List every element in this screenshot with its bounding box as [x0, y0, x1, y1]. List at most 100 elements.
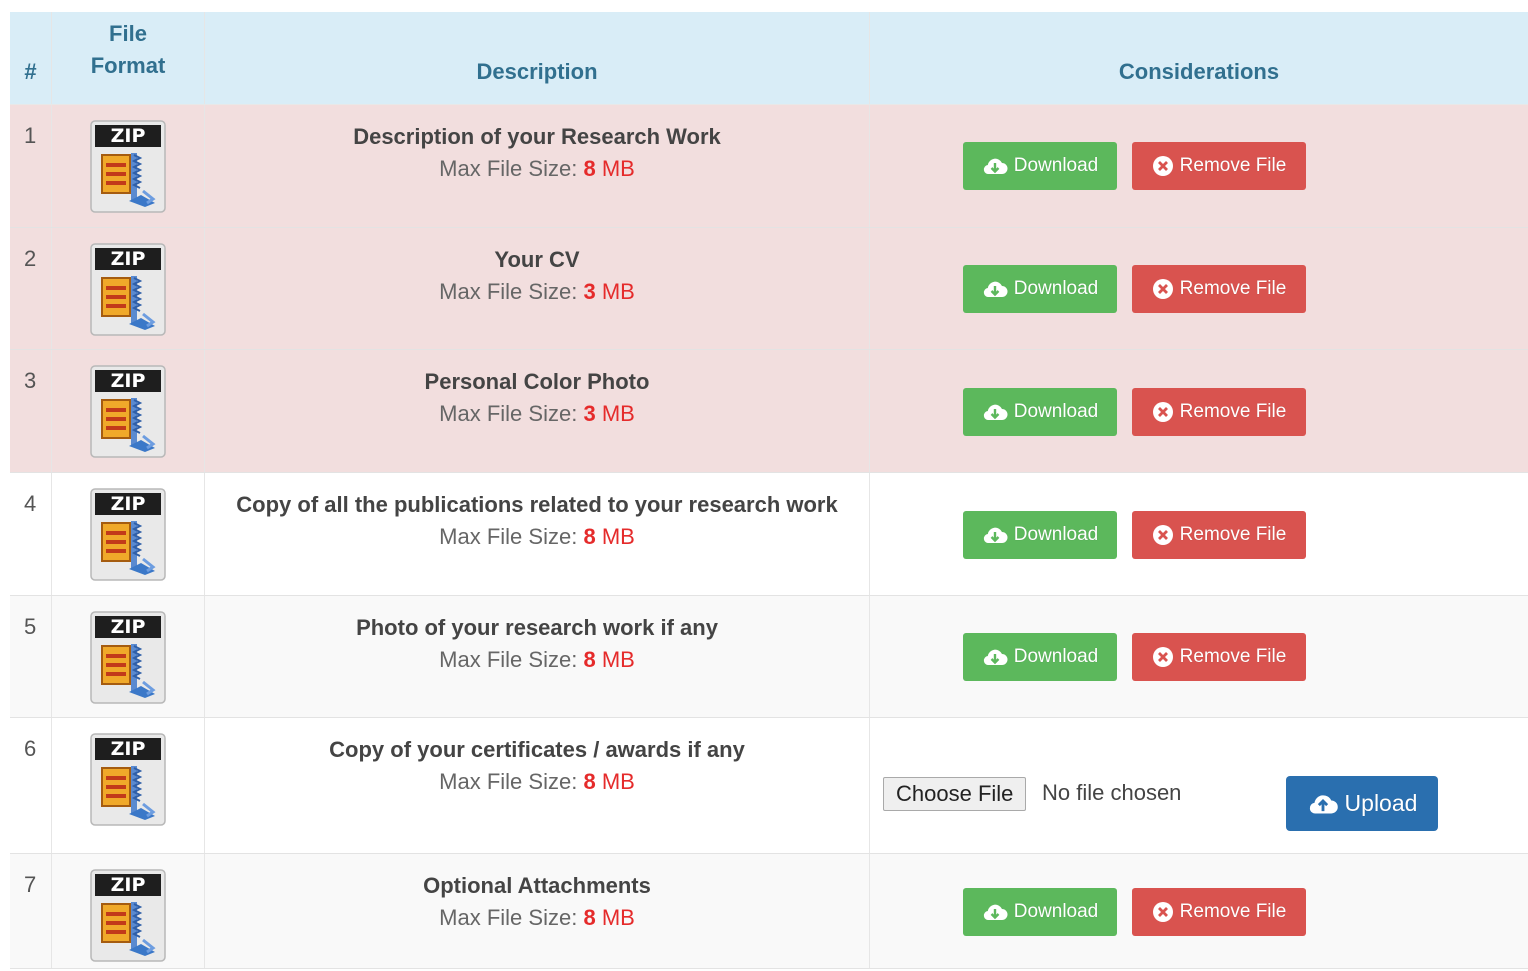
table-row: 5 ZIP Photo of your research work if any…	[10, 596, 1528, 718]
file-format-cell: ZIP	[52, 350, 205, 472]
row-number: 5	[24, 614, 37, 639]
row-number: 3	[24, 368, 37, 393]
remove-file-button[interactable]: Remove File	[1132, 511, 1306, 559]
choose-file-button[interactable]: Choose File	[883, 777, 1027, 811]
zip-file-icon: ZIP	[89, 364, 167, 459]
max-file-size: Max File Size: 8 MB	[205, 902, 869, 934]
row-number: 6	[24, 736, 37, 761]
description-cell: Photo of your research work if any Max Fi…	[205, 596, 870, 717]
table-body: 1 ZIP Description of your Research Work M…	[10, 105, 1528, 969]
document-title: Your CV	[494, 247, 580, 272]
download-button[interactable]: Download	[963, 265, 1117, 313]
cloud-upload-icon	[1307, 791, 1339, 817]
table-row: 4 ZIP Copy of all the publications relat…	[10, 473, 1528, 596]
max-file-size: Max File Size: 8 MB	[205, 153, 869, 185]
attachments-table: # File Format Description Considerations…	[10, 12, 1528, 969]
cloud-download-icon	[982, 524, 1008, 546]
max-size-label: Max File Size:	[439, 769, 584, 794]
max-file-size: Max File Size: 8 MB	[205, 521, 869, 553]
max-file-size: Max File Size: 8 MB	[205, 766, 869, 798]
download-label: Download	[1013, 155, 1099, 176]
cloud-download-icon	[982, 401, 1008, 423]
zip-label: ZIP	[111, 616, 146, 638]
max-size-value: 8	[583, 156, 596, 181]
remove-label: Remove File	[1179, 901, 1287, 922]
description-cell: Personal Color Photo Max File Size: 3 MB	[205, 350, 870, 472]
circle-x-icon	[1152, 646, 1174, 668]
row-number: 2	[24, 246, 37, 271]
table-row: 1 ZIP Description of your Research Work M…	[10, 105, 1528, 228]
file-format-cell: ZIP	[52, 473, 205, 595]
document-title: Copy of all the publications related to …	[236, 492, 838, 517]
file-format-cell: ZIP	[52, 596, 205, 717]
max-file-size: Max File Size: 3 MB	[205, 398, 869, 430]
remove-file-button[interactable]: Remove File	[1132, 265, 1306, 313]
remove-label: Remove File	[1179, 278, 1287, 299]
row-number-cell: 2	[10, 228, 52, 349]
table-row: 6 ZIP Copy of your certificates / awards…	[10, 718, 1528, 854]
max-size-unit: MB	[601, 769, 635, 794]
row-number-cell: 3	[10, 350, 52, 472]
max-file-size: Max File Size: 3 MB	[205, 276, 869, 308]
table-row: 3 ZIP Personal Color Photo Max File Size:…	[10, 350, 1528, 473]
row-number-cell: 5	[10, 596, 52, 717]
remove-file-button[interactable]: Remove File	[1132, 388, 1306, 436]
cloud-download-icon	[982, 646, 1008, 668]
zip-label: ZIP	[111, 248, 146, 270]
considerations-cell: Download Remove File	[870, 350, 1528, 472]
zip-label: ZIP	[111, 738, 146, 760]
document-title: Description of your Research Work	[353, 124, 721, 149]
row-number: 4	[24, 491, 37, 516]
max-size-value: 8	[583, 647, 596, 672]
row-number-cell: 4	[10, 473, 52, 595]
remove-label: Remove File	[1179, 646, 1287, 667]
row-number-cell: 7	[10, 854, 52, 968]
document-title: Personal Color Photo	[424, 369, 650, 394]
no-file-chosen-text: No file chosen	[1042, 780, 1182, 805]
zip-label: ZIP	[111, 493, 146, 515]
table-header: # File Format Description Considerations	[10, 12, 1528, 105]
download-button[interactable]: Download	[963, 142, 1117, 190]
max-size-label: Max File Size:	[439, 279, 584, 304]
file-format-cell: ZIP	[52, 105, 205, 227]
download-label: Download	[1013, 524, 1099, 545]
circle-x-icon	[1152, 401, 1174, 423]
remove-file-button[interactable]: Remove File	[1132, 633, 1306, 681]
zip-file-icon: ZIP	[89, 242, 167, 337]
zip-file-icon: ZIP	[89, 868, 167, 963]
circle-x-icon	[1152, 278, 1174, 300]
remove-file-button[interactable]: Remove File	[1132, 888, 1306, 936]
upload-button[interactable]: Upload	[1286, 776, 1438, 831]
zip-file-icon: ZIP	[89, 119, 167, 214]
max-size-label: Max File Size:	[439, 905, 584, 930]
remove-file-button[interactable]: Remove File	[1132, 142, 1306, 190]
download-button[interactable]: Download	[963, 511, 1117, 559]
remove-label: Remove File	[1179, 155, 1287, 176]
max-size-label: Max File Size:	[439, 647, 584, 672]
download-label: Download	[1013, 901, 1099, 922]
header-considerations: Considerations	[1118, 59, 1280, 84]
zip-label: ZIP	[111, 874, 146, 896]
file-format-cell: ZIP	[52, 718, 205, 853]
header-format: File Format	[52, 12, 205, 104]
max-size-unit: MB	[601, 156, 635, 181]
max-size-label: Max File Size:	[439, 401, 584, 426]
max-size-value: 3	[583, 401, 596, 426]
document-title: Photo of your research work if any	[356, 615, 718, 640]
download-button[interactable]: Download	[963, 633, 1117, 681]
considerations-cell: Download Remove File	[870, 854, 1528, 968]
considerations-cell: Download Remove File	[870, 105, 1528, 227]
download-button[interactable]: Download	[963, 888, 1117, 936]
considerations-cell: Choose File No file chosen Upload	[870, 718, 1528, 853]
considerations-cell: Download Remove File	[870, 596, 1528, 717]
table-row: 7 ZIP Optional Attachments Max File Size:…	[10, 854, 1528, 969]
download-button[interactable]: Download	[963, 388, 1117, 436]
zip-file-icon: ZIP	[89, 487, 167, 582]
row-number-cell: 6	[10, 718, 52, 853]
row-number: 7	[24, 872, 37, 897]
header-format-line2: Format	[90, 53, 166, 78]
max-size-unit: MB	[601, 279, 635, 304]
cloud-download-icon	[982, 278, 1008, 300]
circle-x-icon	[1152, 155, 1174, 177]
download-label: Download	[1013, 646, 1099, 667]
